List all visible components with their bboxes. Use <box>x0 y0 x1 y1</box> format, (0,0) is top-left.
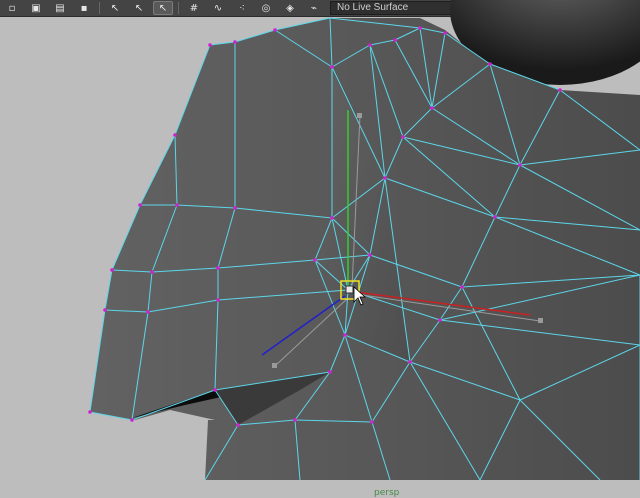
vertex-point[interactable] <box>103 308 107 312</box>
vertex-point[interactable] <box>558 88 562 92</box>
vertex-point[interactable] <box>518 163 522 167</box>
vertex-point[interactable] <box>313 258 317 262</box>
vertex-point[interactable] <box>236 423 240 427</box>
vertex-point[interactable] <box>393 38 397 42</box>
vertex-point[interactable] <box>130 418 134 422</box>
vertex-point[interactable] <box>438 318 442 322</box>
vertex-point[interactable] <box>328 370 332 374</box>
vertex-point[interactable] <box>488 62 492 66</box>
vertex-point[interactable] <box>233 40 237 44</box>
vertex-point[interactable] <box>401 135 405 139</box>
vertex-point[interactable] <box>370 420 374 424</box>
vertex-point[interactable] <box>330 65 334 69</box>
vertex-point[interactable] <box>430 106 434 110</box>
viewport-canvas[interactable] <box>0 0 640 480</box>
camera-label: persp <box>374 488 400 498</box>
vertex-point[interactable] <box>110 268 114 272</box>
vertex-point[interactable] <box>368 253 372 257</box>
vertex-point[interactable] <box>208 43 212 47</box>
vertex-point[interactable] <box>216 266 220 270</box>
vertex-point[interactable] <box>368 43 372 47</box>
vertex-point[interactable] <box>175 203 179 207</box>
vertex-point[interactable] <box>460 285 464 289</box>
vertex-point[interactable] <box>343 333 347 337</box>
vertex-point[interactable] <box>383 176 387 180</box>
vertex-point[interactable] <box>173 133 177 137</box>
vertex-point[interactable] <box>150 270 154 274</box>
manip-z-handle[interactable] <box>272 363 277 368</box>
vertex-point[interactable] <box>493 215 497 219</box>
vertex-point[interactable] <box>273 28 277 32</box>
vertex-point[interactable] <box>146 310 150 314</box>
vertex-point[interactable] <box>213 388 217 392</box>
vertex-point[interactable] <box>293 418 297 422</box>
perspective-viewport[interactable]: persp <box>0 0 640 498</box>
vertex-point[interactable] <box>443 31 447 35</box>
vertex-point[interactable] <box>418 26 422 30</box>
manip-center-handle[interactable] <box>345 285 354 294</box>
vertex-point[interactable] <box>216 298 220 302</box>
vertex-point[interactable] <box>408 360 412 364</box>
vertex-point[interactable] <box>330 216 334 220</box>
manip-x-handle[interactable] <box>538 318 543 323</box>
vertex-point[interactable] <box>88 410 92 414</box>
manip-y-handle[interactable] <box>357 113 362 118</box>
vertex-point[interactable] <box>138 203 142 207</box>
vertex-point[interactable] <box>233 206 237 210</box>
